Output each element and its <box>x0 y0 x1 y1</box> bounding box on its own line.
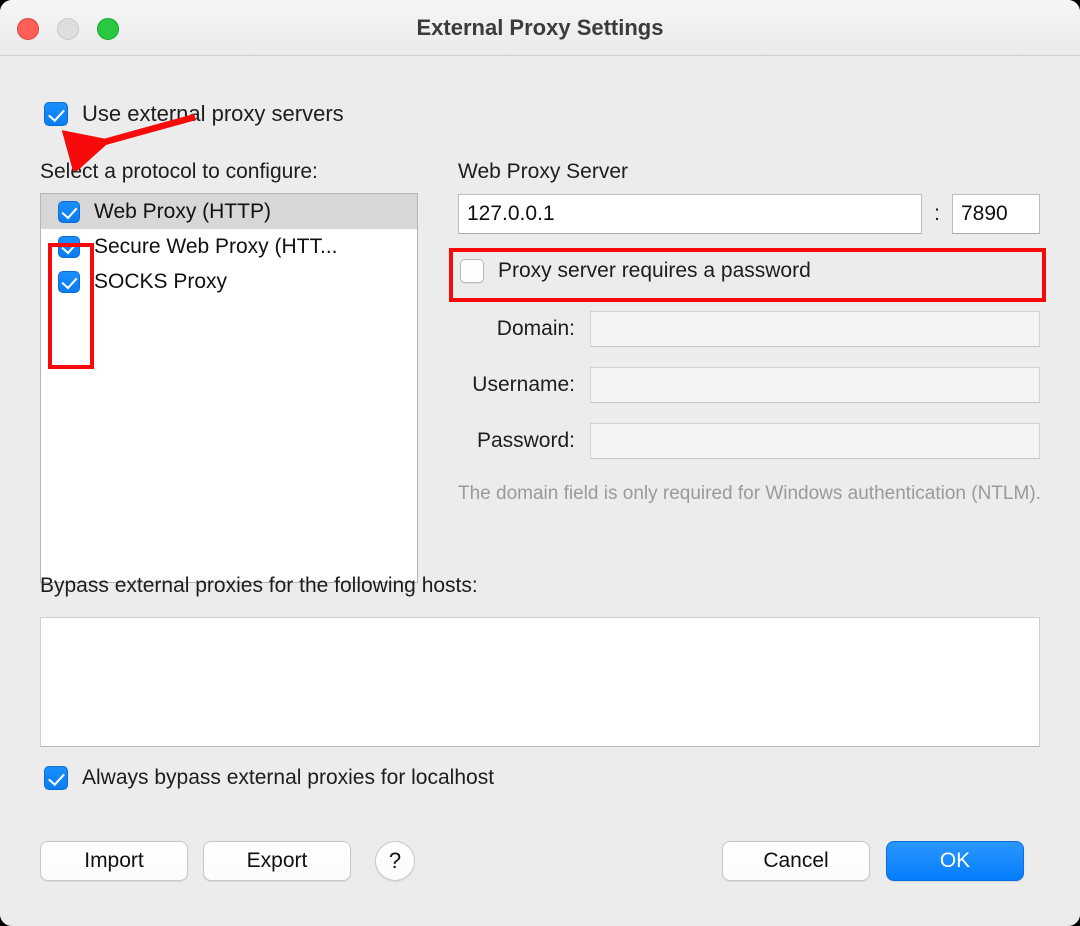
bypass-hosts-textarea[interactable] <box>40 617 1040 747</box>
proxy-host-input[interactable]: 127.0.0.1 <box>458 194 922 234</box>
username-row: Username: <box>440 367 1040 403</box>
username-field[interactable] <box>590 367 1040 403</box>
protocol-list[interactable]: Web Proxy (HTTP) Secure Web Proxy (HTT..… <box>40 193 418 583</box>
requires-password-checkbox[interactable] <box>460 259 484 283</box>
ntlm-help-note: The domain field is only required for Wi… <box>458 483 1041 504</box>
host-port-separator: : <box>934 202 940 225</box>
password-row: Password: <box>440 423 1040 459</box>
bypass-localhost-checkbox[interactable] <box>44 766 68 790</box>
help-icon[interactable]: ? <box>375 841 415 881</box>
window-title: External Proxy Settings <box>416 15 664 40</box>
export-button[interactable]: Export <box>203 841 351 881</box>
protocol-list-item-secure-web-proxy[interactable]: Secure Web Proxy (HTT... <box>41 229 417 264</box>
web-proxy-server-row: 127.0.0.1 : 7890 <box>458 194 1040 234</box>
protocol-label: Secure Web Proxy (HTT... <box>94 234 338 258</box>
bypass-localhost-row[interactable]: Always bypass external proxies for local… <box>44 766 494 790</box>
protocol-label: SOCKS Proxy <box>94 269 228 293</box>
bypass-section-heading: Bypass external proxies for the followin… <box>40 574 478 597</box>
dialog-body: Use external proxy servers Select a prot… <box>0 56 1080 926</box>
protocol-section-heading: Select a protocol to configure: <box>40 160 318 183</box>
use-external-proxy-row[interactable]: Use external proxy servers <box>44 101 344 127</box>
domain-label: Domain: <box>496 317 575 340</box>
protocol-list-item-web-proxy[interactable]: Web Proxy (HTTP) <box>41 194 417 229</box>
protocol-checkbox-socks-proxy[interactable] <box>58 270 80 293</box>
password-field[interactable] <box>590 423 1040 459</box>
use-external-proxy-checkbox[interactable] <box>44 102 68 126</box>
cancel-button[interactable]: Cancel <box>722 841 870 881</box>
protocol-checkbox-secure-web-proxy[interactable] <box>58 235 80 258</box>
proxy-port-input[interactable]: 7890 <box>952 194 1040 234</box>
import-button[interactable]: Import <box>40 841 188 881</box>
web-proxy-server-heading: Web Proxy Server <box>458 160 628 183</box>
ok-button[interactable]: OK <box>886 841 1024 881</box>
protocol-list-item-socks-proxy[interactable]: SOCKS Proxy <box>41 264 417 299</box>
use-external-proxy-label: Use external proxy servers <box>82 101 344 126</box>
domain-field[interactable] <box>590 311 1040 347</box>
protocol-checkbox-web-proxy[interactable] <box>58 200 80 223</box>
requires-password-row[interactable]: Proxy server requires a password <box>460 259 811 283</box>
bypass-localhost-label: Always bypass external proxies for local… <box>82 766 495 789</box>
window-titlebar: External Proxy Settings <box>0 0 1080 56</box>
requires-password-label: Proxy server requires a password <box>498 259 811 282</box>
password-label: Password: <box>476 429 575 452</box>
username-label: Username: <box>472 373 575 396</box>
external-proxy-settings-window: External Proxy Settings Use external pro… <box>0 0 1080 926</box>
domain-row: Domain: <box>440 311 1040 347</box>
protocol-label: Web Proxy (HTTP) <box>94 199 271 223</box>
